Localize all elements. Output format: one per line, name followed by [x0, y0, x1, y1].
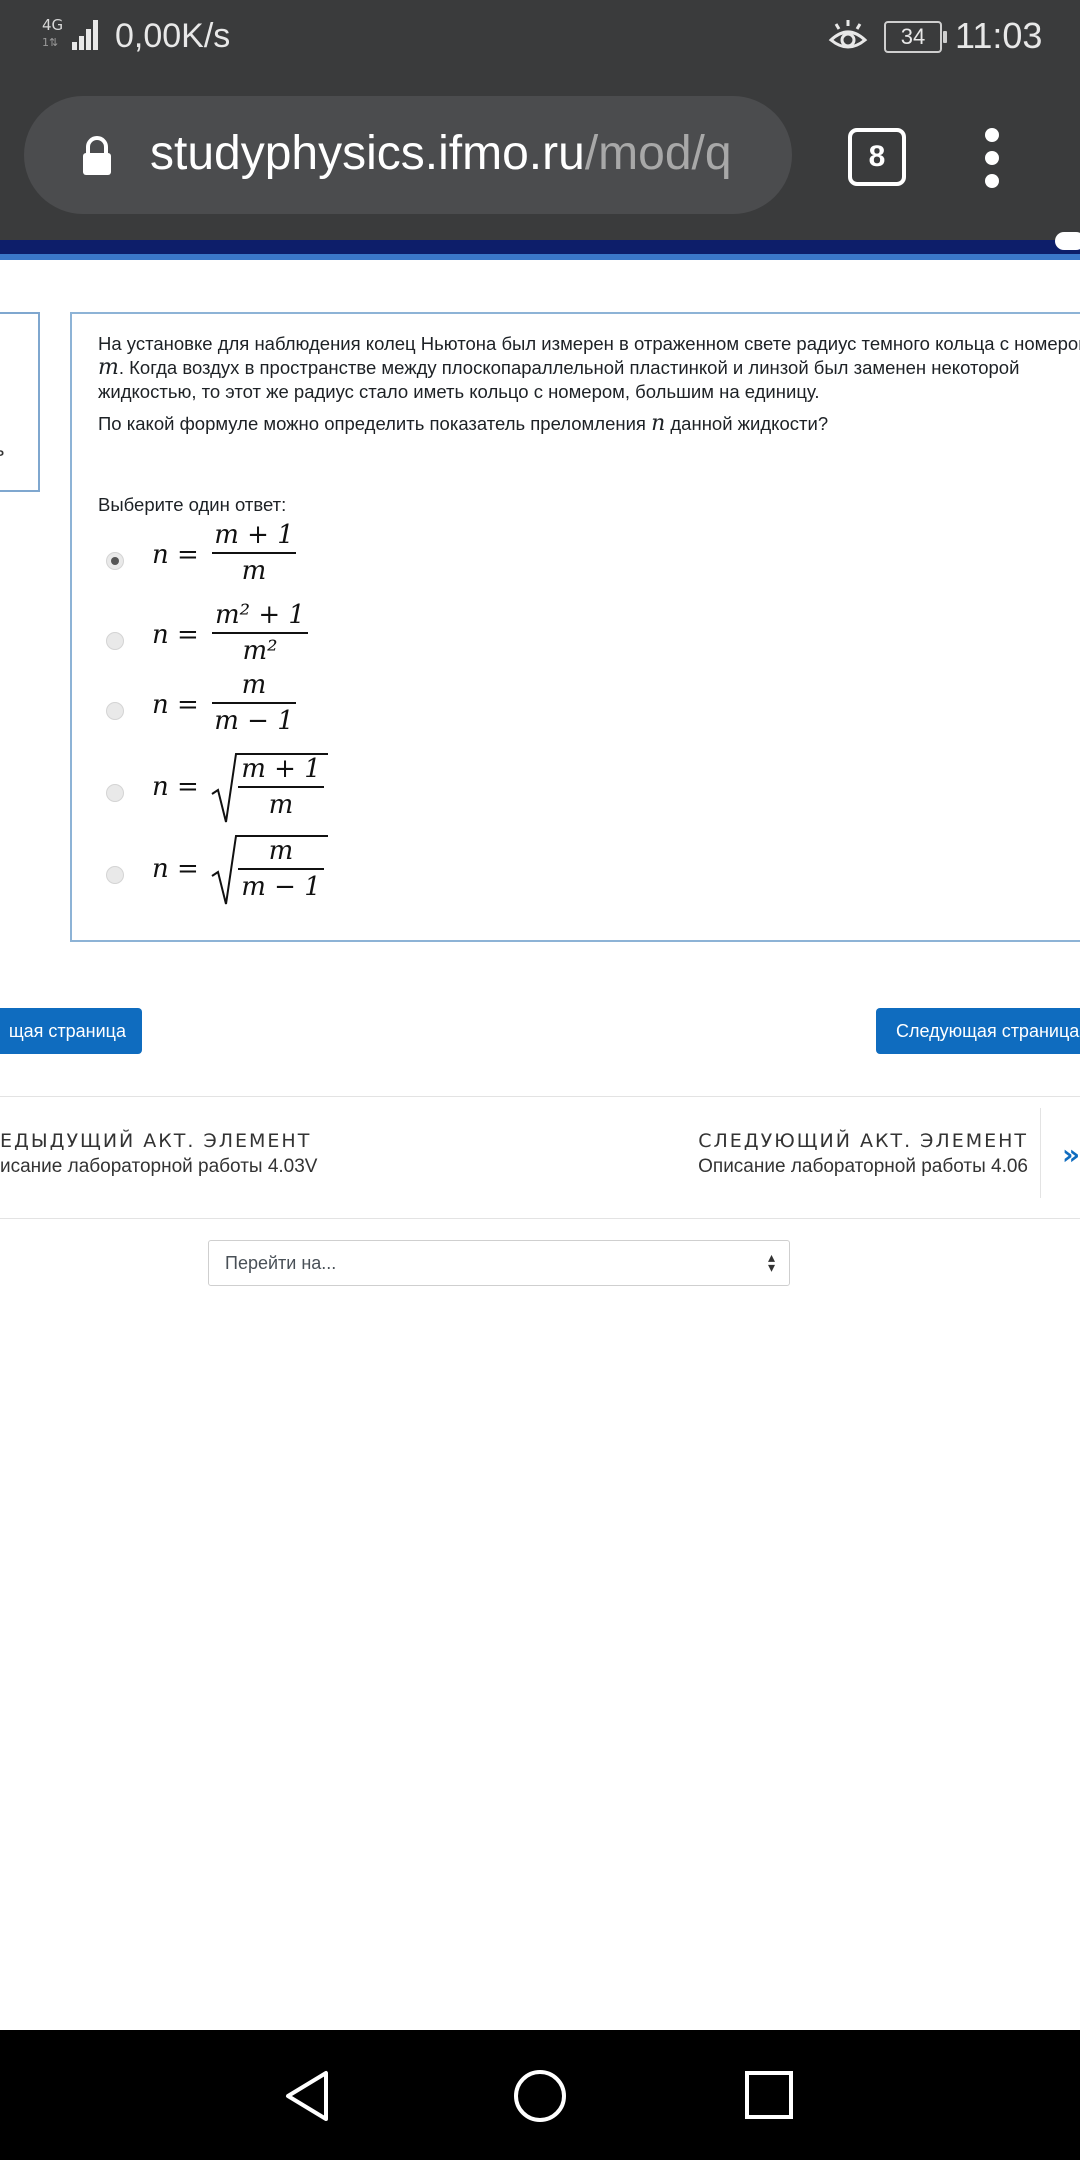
menu-kebab-icon[interactable] — [985, 128, 999, 188]
clock: 11:03 — [955, 15, 1043, 56]
answer-radio-1[interactable] — [106, 552, 124, 570]
address-bar[interactable]: studyphysics.ifmo.ru/mod/q — [24, 96, 792, 214]
lock-icon — [83, 136, 111, 175]
answer-option-4[interactable]: n = m + 1 m — [72, 750, 672, 830]
answer-option-2[interactable]: n = m² + 1 m² — [72, 598, 672, 678]
answer-radio-3[interactable] — [106, 702, 124, 720]
question-paragraph-2: По какой формуле можно определить показа… — [98, 411, 829, 436]
answer-option-1[interactable]: n = m + 1 m — [72, 518, 672, 598]
url-text: studyphysics.ifmo.ru/mod/q — [150, 127, 732, 180]
answer-radio-2[interactable] — [106, 632, 124, 650]
tab-switcher-button[interactable]: 8 — [848, 128, 906, 186]
status-bar: 4G 1⇅ 0,00K/s 34 11:03 — [0, 0, 1080, 76]
answer-prompt: Выберите один ответ: — [98, 494, 287, 515]
navbar-toggle[interactable] — [1055, 232, 1080, 250]
answer-option-3[interactable]: n = m m − 1 — [72, 668, 672, 748]
answer-radio-5[interactable] — [106, 866, 124, 884]
divider — [0, 1218, 1080, 1219]
next-activity-arrow-icon[interactable]: » — [1062, 1138, 1080, 1171]
next-activity-title: Описание лабораторной работы 4.06 — [698, 1156, 1028, 1177]
previous-activity-link[interactable]: ЕДЫДУЩИЙ АКТ. ЭЛЕМЕНТ исание лабораторно… — [0, 1130, 317, 1178]
answer-radio-4[interactable] — [106, 784, 124, 802]
next-activity-caption: СЛЕДУЮЩИЙ АКТ. ЭЛЕМЕНТ — [698, 1130, 1028, 1152]
eye-comfort-icon — [828, 20, 868, 49]
next-page-button[interactable]: Следующая страница — [876, 1008, 1080, 1054]
previous-activity-title: исание лабораторной работы 4.03V — [0, 1156, 318, 1177]
browser-toolbar: studyphysics.ifmo.ru/mod/q 8 — [0, 76, 1080, 240]
site-navbar — [0, 240, 1080, 254]
previous-page-button[interactable]: щая страница — [0, 1008, 142, 1054]
network-speed: 0,00K/s — [115, 17, 231, 55]
answer-option-5[interactable]: n = m m − 1 — [72, 832, 672, 912]
next-activity-link[interactable]: СЛЕДУЮЩИЙ АКТ. ЭЛЕМЕНТ Описание лаборато… — [698, 1130, 1028, 1178]
divider — [1040, 1108, 1041, 1198]
home-icon[interactable] — [512, 2068, 568, 2124]
divider — [0, 1096, 1080, 1097]
question-box: На установке для наблюдения колец Ньютон… — [70, 312, 1080, 942]
previous-activity-caption: ЕДЫДУЩИЙ АКТ. ЭЛЕМЕНТ — [0, 1130, 312, 1152]
network-type: 4G 1⇅ — [42, 16, 64, 50]
question-info-panel: ь — [0, 312, 40, 492]
signal-icon — [70, 18, 100, 50]
back-icon[interactable] — [284, 2070, 330, 2122]
jump-to-value: Перейти на... — [225, 1253, 337, 1273]
site-navbar-accent — [0, 254, 1080, 260]
recents-icon[interactable] — [744, 2070, 794, 2120]
battery-icon: 34 — [884, 21, 947, 53]
system-navigation-bar — [0, 2030, 1080, 2160]
info-panel-text: ь — [0, 440, 5, 461]
select-arrows-icon: ▴ ▾ — [767, 1250, 775, 1276]
question-paragraph-1: На установке для наблюдения колец Ньютон… — [98, 333, 1080, 402]
question-text: На установке для наблюдения колец Ньютон… — [98, 332, 1080, 444]
jump-to-select[interactable]: Перейти на... ▴ ▾ — [208, 1240, 790, 1286]
